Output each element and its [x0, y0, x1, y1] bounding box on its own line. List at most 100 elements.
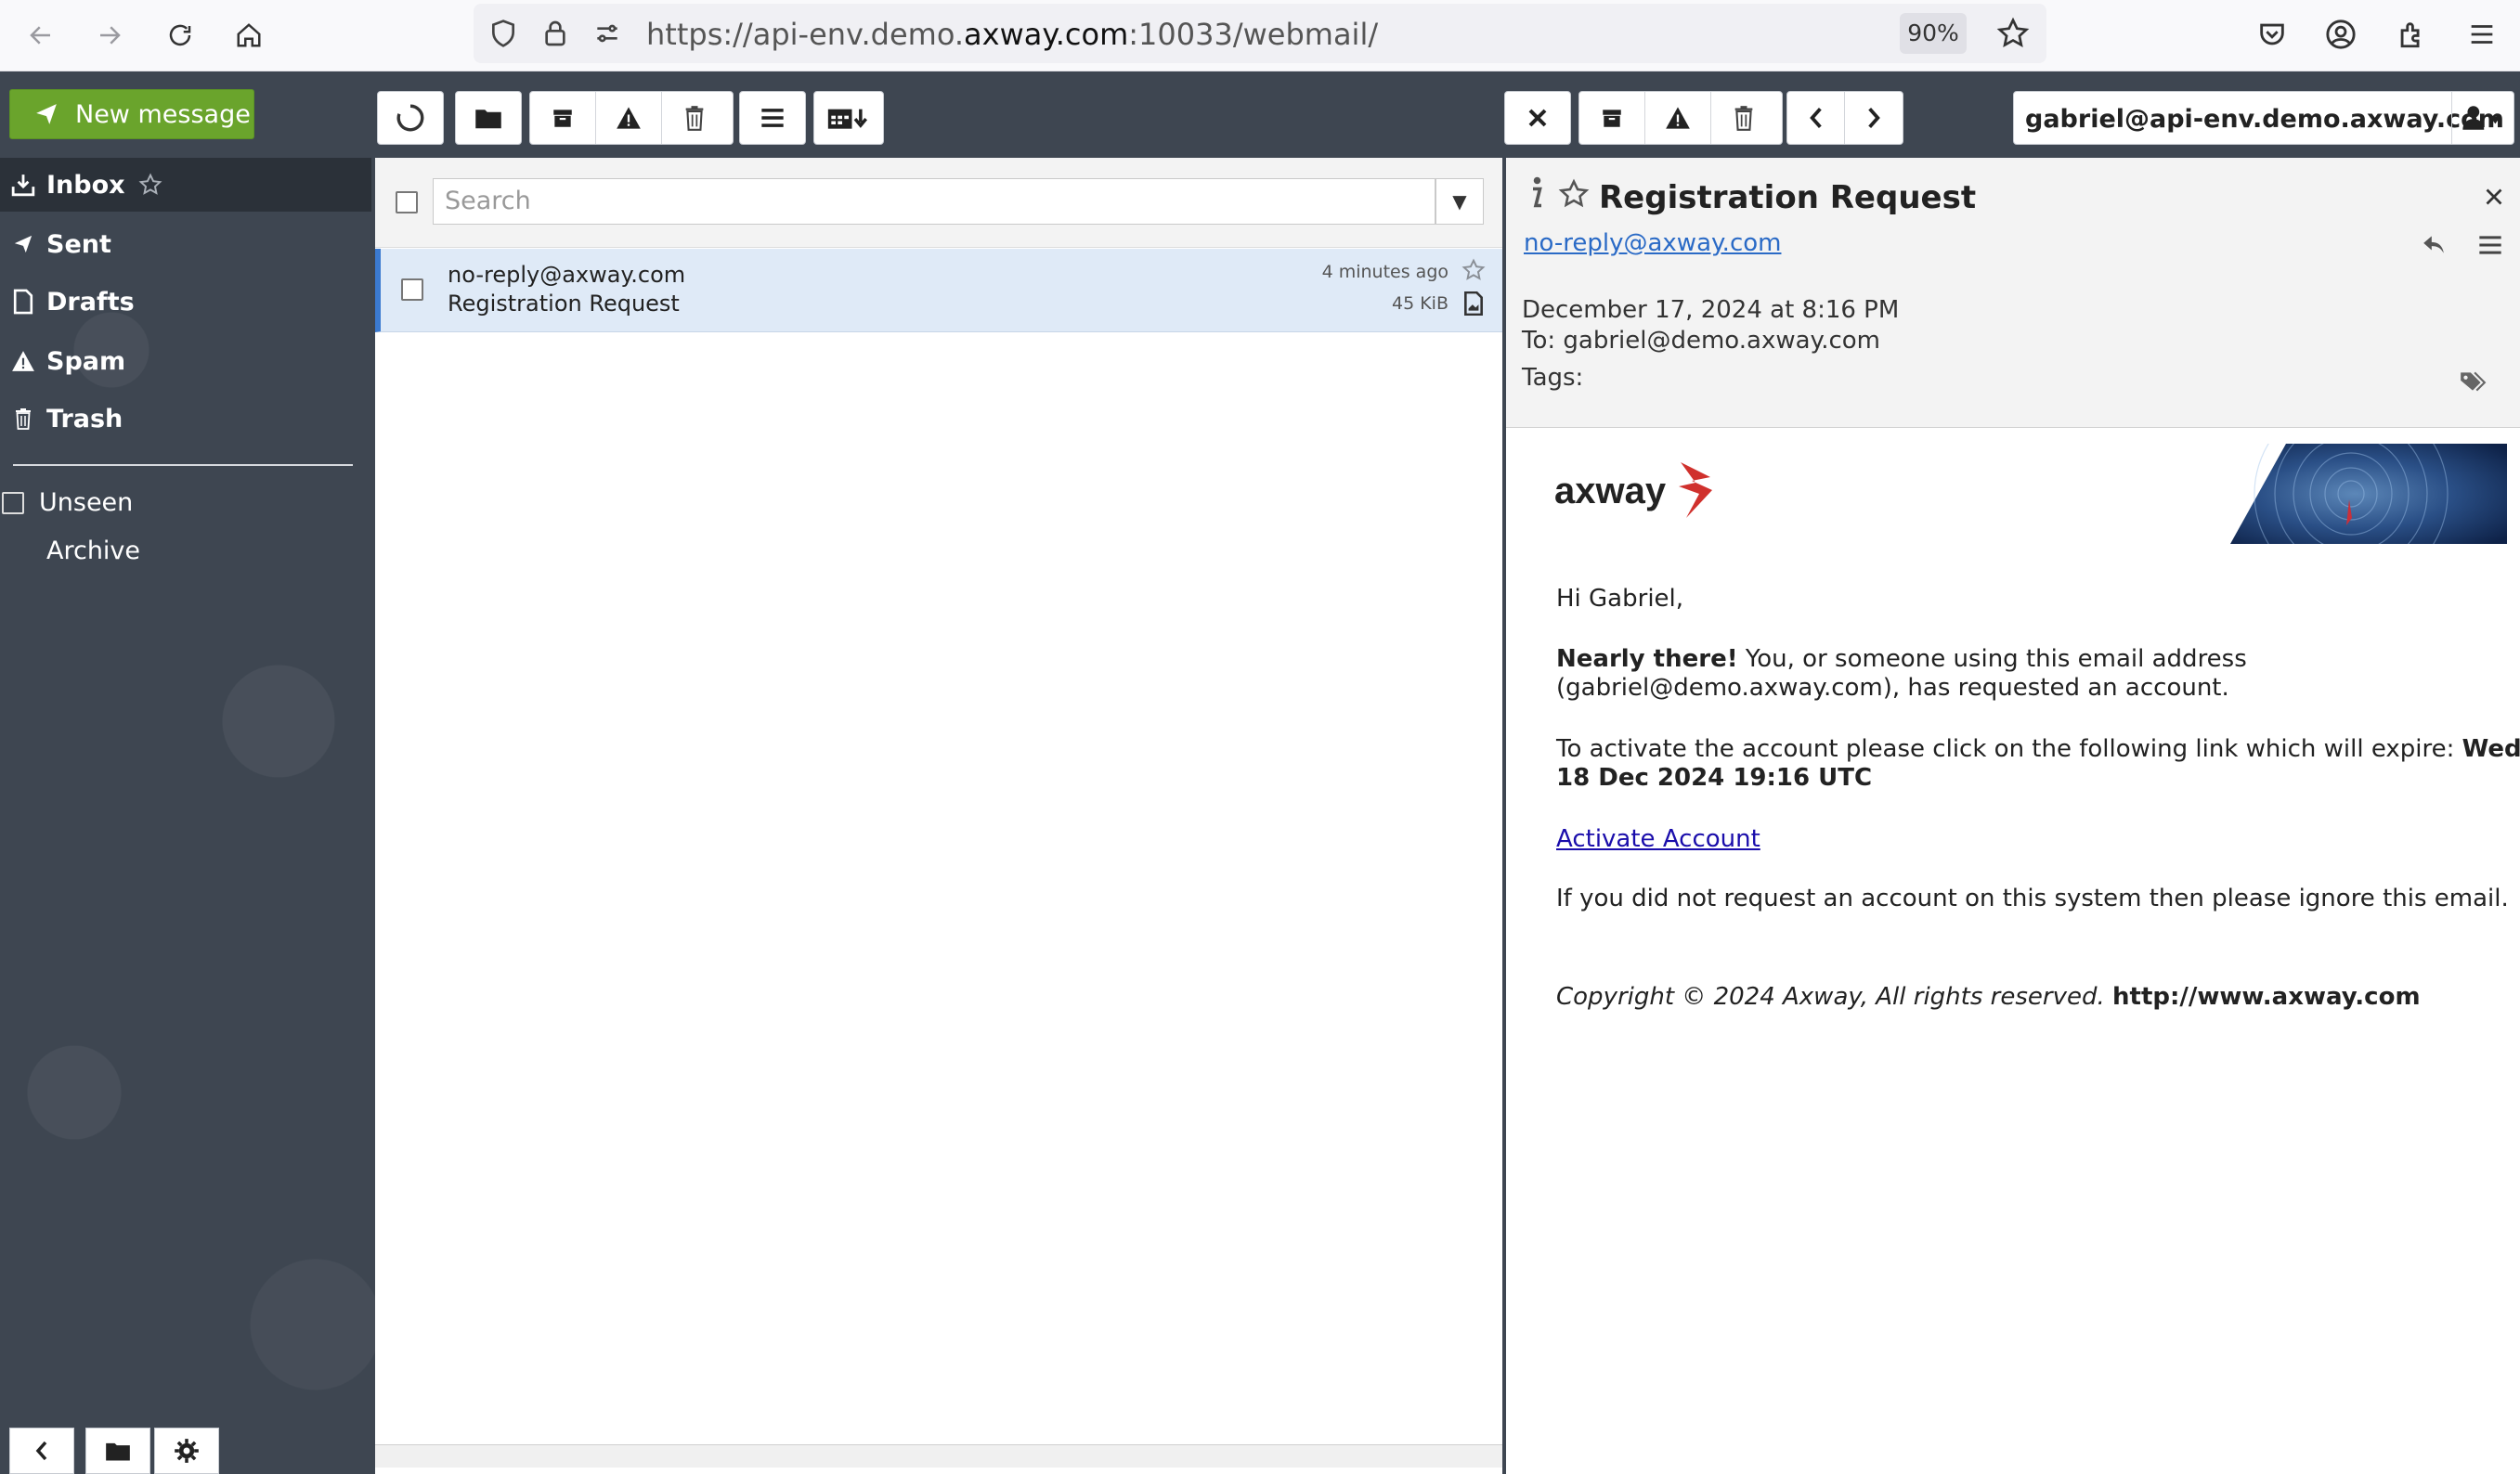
axway-logo: axway — [1554, 459, 1740, 524]
warning-icon — [12, 351, 34, 371]
home-button[interactable] — [227, 13, 271, 58]
refresh-button[interactable] — [378, 92, 443, 144]
select-all-checkbox[interactable] — [396, 191, 418, 213]
email-emphasis: Nearly there! — [1556, 645, 1738, 673]
next-message-button[interactable] — [1845, 92, 1902, 144]
inbox-icon — [11, 175, 35, 197]
email-greeting: Hi Gabriel, — [1556, 585, 1684, 613]
email-footer: Copyright © 2024 Axway, All rights reser… — [1556, 983, 2421, 1012]
sidebar-item-label: Inbox — [46, 170, 125, 200]
message-checkbox[interactable] — [401, 278, 423, 301]
tags-label: Tags: — [1522, 364, 1584, 392]
message-subject-title: Registration Request — [1599, 179, 1977, 216]
message-sender: no-reply@axway.com — [448, 262, 686, 288]
email-expiry-date: 18 Dec 2024 19:16 UTC — [1556, 764, 1873, 792]
msg-spam-button[interactable] — [1645, 92, 1711, 144]
folder-icon — [475, 110, 501, 129]
star-icon[interactable] — [1558, 178, 1590, 210]
sidebar-divider — [13, 464, 353, 466]
calendar-sort-icon — [827, 109, 868, 129]
unseen-checkbox[interactable] — [2, 492, 24, 514]
sidebar-item-spam[interactable]: Spam — [0, 334, 371, 388]
lock-icon — [545, 20, 565, 46]
url-suffix: :10033/webmail/ — [1128, 17, 1379, 52]
forward-arrow-icon — [100, 26, 121, 45]
previous-message-button[interactable] — [1787, 92, 1845, 144]
new-message-button[interactable]: New message — [9, 89, 254, 139]
info-icon[interactable] — [1526, 176, 1545, 210]
reply-icon[interactable] — [2422, 234, 2446, 254]
sidebar-item-unseen[interactable]: Unseen — [39, 488, 133, 517]
sidebar-item-inbox[interactable]: Inbox — [0, 158, 371, 212]
message-menu-icon[interactable] — [2477, 234, 2503, 256]
back-arrow-icon — [30, 26, 50, 45]
attachment-icon — [1464, 291, 1483, 316]
sender-link[interactable]: no-reply@axway.com — [1524, 229, 1781, 257]
move-to-folder-button[interactable] — [456, 92, 521, 144]
activate-account-link[interactable]: Activate Account — [1556, 825, 1760, 853]
sort-by-date-button[interactable] — [814, 92, 883, 144]
search-options-dropdown[interactable]: ▼ — [1435, 178, 1484, 225]
bookmark-star-icon[interactable] — [1996, 17, 2030, 50]
message-time: 4 minutes ago — [1321, 262, 1448, 282]
paper-plane-icon — [36, 104, 57, 124]
list-horizontal-scrollbar[interactable] — [375, 1444, 1502, 1468]
message-recipient: To: gabriel@demo.axway.com — [1522, 327, 1881, 355]
list-toolbar-actions — [529, 91, 734, 145]
account-email: gabriel@api-env.demo.axway.com — [2025, 105, 2504, 134]
url-text: https://api-env.demo.axway.com:10033/web… — [646, 17, 1378, 52]
draft-icon — [13, 289, 33, 315]
sidebar-item-sent[interactable]: Sent — [0, 217, 371, 271]
manage-folders-button[interactable] — [85, 1428, 150, 1474]
website-url: http://www.axway.com — [2112, 983, 2421, 1011]
msg-delete-button[interactable] — [1711, 92, 1776, 144]
close-icon[interactable] — [2485, 187, 2503, 206]
msg-toolbar-actions — [1578, 91, 1783, 145]
sidebar-item-drafts[interactable]: Drafts — [0, 275, 371, 329]
tracking-shield-icon — [492, 19, 514, 47]
spam-button[interactable] — [596, 92, 662, 144]
msg-toolbar-nav — [1786, 91, 1903, 145]
msg-archive-button[interactable] — [1579, 92, 1645, 144]
email-text: To activate the account please click on … — [1556, 735, 2462, 763]
sidebar-item-archive[interactable]: Archive — [46, 537, 140, 565]
send-icon — [14, 235, 32, 253]
list-options-button[interactable] — [740, 92, 805, 144]
archive-box-icon — [1603, 110, 1621, 127]
reload-button[interactable] — [158, 13, 202, 58]
home-icon — [237, 23, 261, 47]
favorite-star-icon[interactable] — [138, 173, 162, 197]
search-bar: Search ▼ — [375, 158, 1502, 248]
close-message-button[interactable] — [1505, 92, 1570, 144]
pocket-icon[interactable] — [2256, 19, 2288, 50]
search-input[interactable]: Search — [433, 178, 1435, 225]
account-icon[interactable] — [2325, 19, 2357, 50]
back-button[interactable] — [19, 13, 63, 58]
star-icon[interactable] — [1461, 258, 1486, 282]
settings-button[interactable] — [154, 1428, 219, 1474]
menu-icon[interactable] — [2466, 19, 2498, 50]
zoom-level[interactable]: 90% — [1900, 13, 1967, 54]
message-list-item[interactable]: no-reply@axway.com Registration Request … — [375, 249, 1502, 332]
collapse-sidebar-button[interactable] — [9, 1428, 74, 1474]
sidebar-item-trash[interactable]: Trash — [0, 392, 371, 446]
account-menu[interactable]: gabriel@api-env.demo.axway.com — [2013, 91, 2514, 145]
trash-icon — [1734, 106, 1753, 131]
tag-icon[interactable] — [2459, 369, 2487, 394]
email-paragraph-2: To activate the account please click on … — [1556, 735, 2520, 764]
sidebar-item-label: Drafts — [46, 287, 135, 317]
forward-button[interactable] — [87, 13, 132, 58]
warning-icon — [617, 107, 641, 129]
archive-button[interactable] — [530, 92, 596, 144]
close-x-icon — [1528, 109, 1547, 127]
account-dropdown-button[interactable] — [2451, 92, 2514, 144]
list-toolbar-reload — [377, 91, 444, 145]
url-domain: axway.com — [964, 17, 1129, 52]
trash-icon — [685, 106, 704, 131]
email-text: You, or someone using this email address — [1737, 645, 2247, 673]
loading-spinner-icon — [396, 104, 424, 132]
delete-button[interactable] — [662, 92, 727, 144]
url-bar[interactable]: https://api-env.demo.axway.com:10033/web… — [474, 4, 2046, 63]
extensions-icon[interactable] — [2396, 19, 2427, 50]
list-menu-icon — [761, 109, 784, 127]
